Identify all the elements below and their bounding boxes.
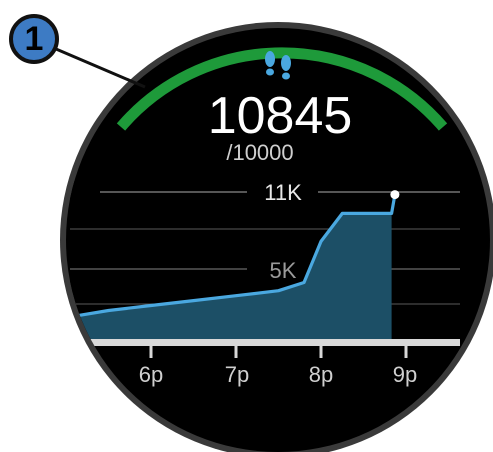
x-tick-label-6p: 6p — [138, 362, 164, 387]
steps-count: 10845 — [207, 87, 353, 145]
y-tick-label-11k: 11K — [264, 180, 302, 205]
callout-badge: 1 — [9, 14, 59, 64]
chart-baseline — [70, 339, 460, 346]
steps-end-marker — [390, 190, 400, 200]
x-tick-label-8p: 8p — [308, 362, 334, 387]
callout-leader-line — [55, 47, 146, 89]
x-tick-label-9p: 9p — [392, 362, 418, 387]
y-tick-label-5k: 5K — [269, 258, 297, 283]
steps-goal: /10000 — [226, 140, 294, 165]
x-tick-label-7p: 7p — [224, 362, 250, 387]
